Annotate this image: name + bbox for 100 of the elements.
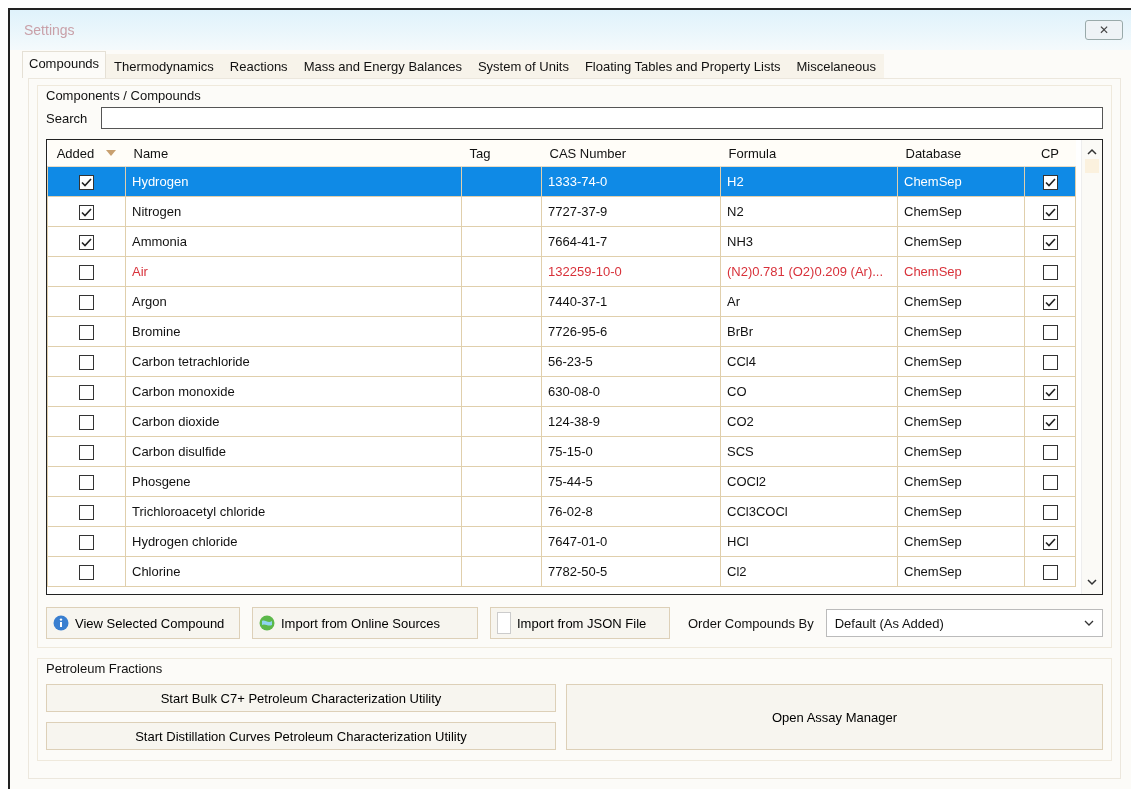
table-cell: 630-08-0 bbox=[541, 376, 721, 407]
table-cell: ChemSep bbox=[897, 316, 1025, 347]
scroll-down-icon[interactable] bbox=[1087, 579, 1097, 586]
checkbox[interactable] bbox=[1042, 414, 1058, 430]
search-label: Search bbox=[46, 110, 88, 126]
import-json-button[interactable]: Import from JSON File bbox=[490, 607, 670, 639]
utility-button[interactable]: Start Bulk C7+ Petroleum Characterization Utility bbox=[46, 684, 556, 712]
column-header[interactable]: Name bbox=[125, 140, 462, 167]
scroll-up-icon[interactable] bbox=[1087, 148, 1097, 155]
table-cell: Carbon monoxide bbox=[125, 376, 462, 407]
table-cell: ChemSep bbox=[897, 346, 1025, 377]
checkbox[interactable] bbox=[1042, 264, 1058, 280]
table-cell: Hydrogen chloride bbox=[125, 526, 462, 557]
tab[interactable]: Mass and Energy Balances bbox=[295, 54, 470, 78]
table-cell: ChemSep bbox=[897, 406, 1025, 437]
checkbox[interactable] bbox=[1042, 204, 1058, 220]
table-cell: ChemSep bbox=[897, 436, 1025, 467]
checkbox[interactable] bbox=[1042, 174, 1058, 190]
table-cell: CO bbox=[720, 376, 898, 407]
checkbox[interactable] bbox=[79, 414, 94, 430]
table-cell: N2 bbox=[720, 196, 898, 227]
column-header[interactable]: Database bbox=[897, 140, 1025, 167]
table-cell: Ammonia bbox=[125, 226, 462, 257]
column-header[interactable]: CP bbox=[1024, 140, 1076, 167]
table-cell: Carbon tetrachloride bbox=[125, 346, 462, 377]
table-cell: Cl2 bbox=[720, 556, 898, 587]
close-button[interactable]: ✕ bbox=[1085, 20, 1123, 40]
column-header[interactable]: Tag bbox=[461, 140, 542, 167]
table-cell: 7782-50-5 bbox=[541, 556, 721, 587]
table-cell: 7727-37-9 bbox=[541, 196, 721, 227]
table-cell: ChemSep bbox=[897, 526, 1025, 557]
utility-button[interactable]: Start Distillation Curves Petroleum Characterization Utility bbox=[46, 722, 556, 750]
checkbox[interactable] bbox=[1042, 354, 1058, 370]
table-cell: 132259-10-0 bbox=[541, 256, 721, 287]
table-cell: ChemSep bbox=[897, 166, 1025, 197]
table-cell: Ar bbox=[720, 286, 898, 317]
checkbox[interactable] bbox=[1042, 384, 1058, 400]
table-cell: 1333-74-0 bbox=[541, 166, 721, 197]
table-cell: (N2)0.781 (O2)0.209 (Ar)... bbox=[720, 256, 898, 287]
table-cell: CO2 bbox=[720, 406, 898, 437]
checkbox[interactable] bbox=[79, 444, 94, 460]
checkbox[interactable] bbox=[79, 324, 94, 340]
column-header[interactable]: Added bbox=[47, 140, 126, 167]
table-cell: ChemSep bbox=[897, 256, 1025, 287]
table-cell: ChemSep bbox=[897, 496, 1025, 527]
checkbox[interactable] bbox=[79, 234, 94, 250]
chevron-down-icon bbox=[1084, 620, 1094, 626]
checkbox[interactable] bbox=[79, 294, 94, 310]
tab[interactable]: Compounds bbox=[22, 51, 107, 78]
table-cell: CCl3COCl bbox=[720, 496, 898, 527]
tab[interactable]: Floating Tables and Property Lists bbox=[576, 54, 789, 78]
checkbox[interactable] bbox=[1042, 324, 1058, 340]
sort-arrow-icon bbox=[106, 150, 117, 156]
tab[interactable]: Reactions bbox=[221, 54, 296, 78]
tab[interactable]: System of Units bbox=[469, 54, 577, 78]
table-cell: 75-15-0 bbox=[541, 436, 721, 467]
table-cell: ChemSep bbox=[897, 286, 1025, 317]
document-icon bbox=[497, 612, 511, 634]
info-icon bbox=[53, 615, 69, 631]
tab[interactable]: Miscelaneous bbox=[788, 54, 884, 78]
checkbox[interactable] bbox=[1042, 474, 1058, 490]
checkbox[interactable] bbox=[79, 534, 94, 550]
checkbox[interactable] bbox=[79, 384, 94, 400]
order-dropdown[interactable]: Default (As Added) bbox=[825, 609, 1103, 637]
checkbox[interactable] bbox=[79, 204, 94, 220]
checkbox[interactable] bbox=[1042, 294, 1058, 310]
table-cell: ChemSep bbox=[897, 556, 1025, 587]
table-cell: 56-23-5 bbox=[541, 346, 721, 377]
checkbox[interactable] bbox=[79, 474, 94, 490]
checkbox[interactable] bbox=[79, 174, 94, 190]
column-header[interactable]: CAS Number bbox=[541, 140, 721, 167]
checkbox[interactable] bbox=[1042, 564, 1058, 580]
checkbox[interactable] bbox=[1042, 234, 1058, 250]
table-cell: SCS bbox=[720, 436, 898, 467]
window-title: Settings bbox=[24, 22, 75, 38]
assay-manager-button[interactable]: Open Assay Manager bbox=[566, 684, 1103, 750]
table-cell: 7726-95-6 bbox=[541, 316, 721, 347]
checkbox[interactable] bbox=[1042, 534, 1058, 550]
column-header[interactable]: Formula bbox=[720, 140, 898, 167]
table-cell: Bromine bbox=[125, 316, 462, 347]
table-cell: ChemSep bbox=[897, 196, 1025, 227]
table-cell: Phosgene bbox=[125, 466, 462, 497]
scrollbar[interactable] bbox=[1081, 140, 1102, 594]
checkbox[interactable] bbox=[79, 504, 94, 520]
table-cell: Chlorine bbox=[125, 556, 462, 587]
group-title: Components / Compounds bbox=[46, 88, 202, 103]
checkbox[interactable] bbox=[1042, 504, 1058, 520]
table-cell: 76-02-8 bbox=[541, 496, 721, 527]
checkbox[interactable] bbox=[1042, 444, 1058, 460]
scroll-thumb[interactable] bbox=[1085, 159, 1099, 173]
view-compound-button[interactable]: View Selected Compound bbox=[46, 607, 240, 639]
tab[interactable]: Thermodynamics bbox=[106, 54, 222, 78]
table-cell: Nitrogen bbox=[125, 196, 462, 227]
search-field[interactable] bbox=[101, 107, 1103, 129]
checkbox[interactable] bbox=[79, 354, 94, 370]
order-label: Order Compounds By bbox=[688, 615, 814, 631]
checkbox[interactable] bbox=[79, 264, 94, 280]
import-online-button[interactable]: Import from Online Sources bbox=[252, 607, 478, 639]
globe-icon bbox=[259, 615, 275, 631]
checkbox[interactable] bbox=[79, 564, 94, 580]
